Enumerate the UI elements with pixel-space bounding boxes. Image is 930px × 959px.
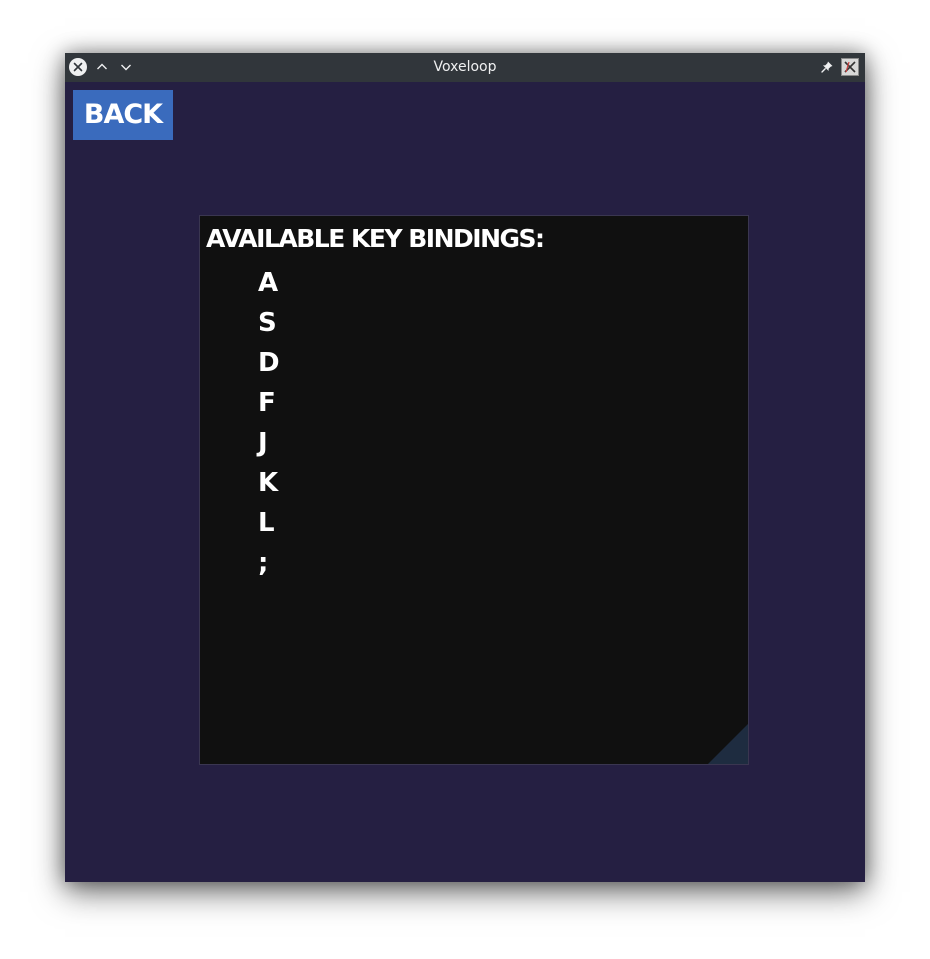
key-bindings-panel: Available key bindings: A S D F J K L ; (199, 215, 749, 765)
title-bar[interactable]: Voxeloop (65, 53, 865, 82)
key-binding-item: ; (258, 548, 269, 578)
key-binding-item: K (258, 468, 279, 498)
app-icon (841, 58, 859, 76)
key-binding-item: D (258, 348, 280, 378)
key-bindings-list: A S D F J K L ; (258, 263, 280, 583)
app-window: Voxeloop Back Available key bindings: A … (65, 53, 865, 882)
window-title: Voxeloop (433, 59, 497, 75)
pin-icon[interactable] (819, 59, 835, 75)
key-binding-item: F (258, 388, 276, 418)
key-bindings-heading: Available key bindings: (206, 224, 545, 253)
back-button[interactable]: Back (73, 90, 173, 140)
key-binding-item: J (258, 428, 268, 458)
key-binding-item: L (258, 508, 275, 538)
resize-grip[interactable] (708, 724, 748, 764)
key-binding-item: A (258, 268, 279, 298)
key-binding-item: S (258, 308, 277, 338)
